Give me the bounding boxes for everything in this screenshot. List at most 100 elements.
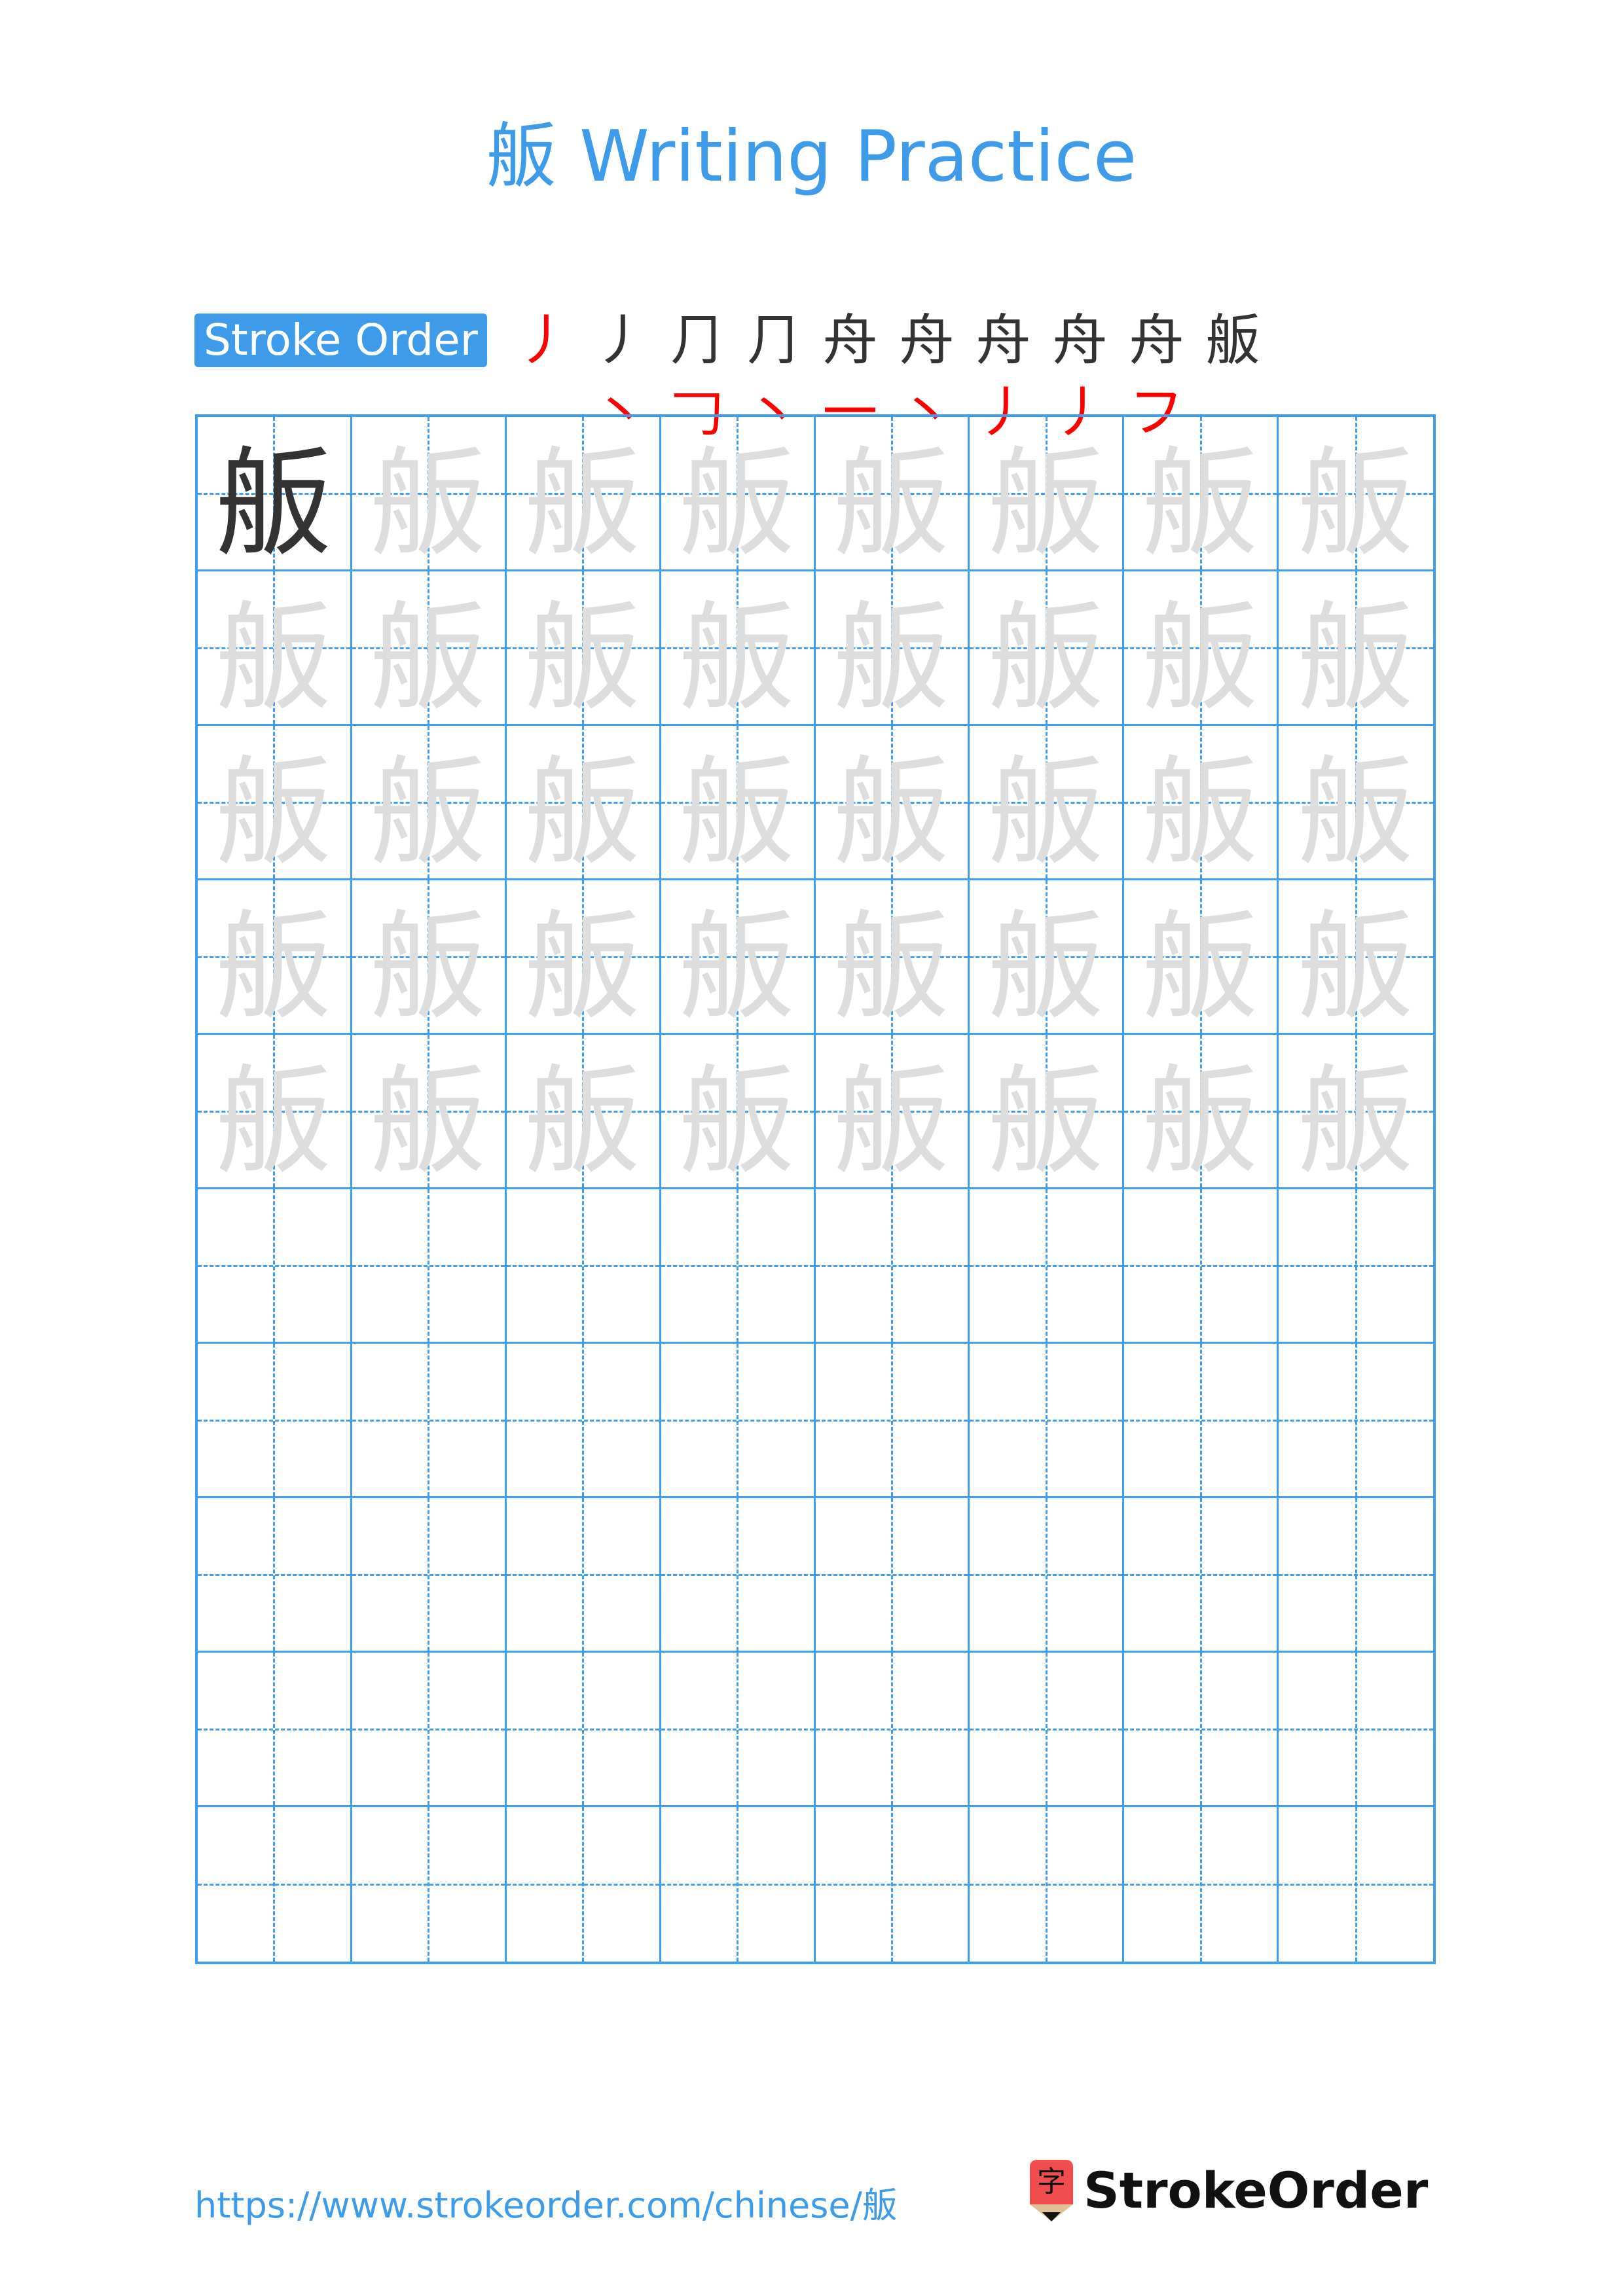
practice-cell[interactable] <box>1124 1498 1279 1653</box>
practice-cell[interactable]: 舨 <box>198 417 352 573</box>
practice-cell[interactable]: 舨 <box>352 880 507 1036</box>
practice-cell[interactable] <box>815 1498 970 1653</box>
practice-cell[interactable] <box>352 1653 507 1807</box>
practice-cell[interactable] <box>970 1344 1125 1498</box>
practice-cell[interactable]: 舨 <box>970 417 1125 573</box>
practice-cell[interactable] <box>1279 1189 1433 1344</box>
practice-cell[interactable]: 舨 <box>1279 880 1433 1036</box>
stroke-step-7: 舟丿 <box>965 304 1042 444</box>
practice-cell[interactable]: 舨 <box>1124 571 1279 727</box>
horizontal-guide <box>198 1573 350 1576</box>
horizontal-guide <box>1279 1884 1433 1886</box>
practice-cell[interactable]: 舨 <box>815 417 970 573</box>
practice-cell[interactable]: 舨 <box>198 880 352 1036</box>
practice-cell[interactable] <box>1124 1344 1279 1498</box>
practice-cell[interactable]: 舨 <box>506 571 661 727</box>
stroke-step-4: ⺆丶 <box>735 304 812 444</box>
horizontal-guide <box>661 1265 814 1267</box>
practice-cell[interactable]: 舨 <box>1279 571 1433 727</box>
practice-cell[interactable]: 舨 <box>815 726 970 882</box>
practice-cell[interactable]: 舨 <box>1124 726 1279 882</box>
trace-character: 舨 <box>1141 745 1260 882</box>
practice-cell[interactable] <box>198 1807 352 1962</box>
practice-cell[interactable]: 舨 <box>661 1035 816 1191</box>
practice-cell[interactable] <box>198 1344 352 1498</box>
practice-cell[interactable] <box>352 1189 507 1344</box>
practice-cell[interactable] <box>1279 1807 1433 1962</box>
practice-cell[interactable]: 舨 <box>506 417 661 573</box>
practice-cell[interactable] <box>506 1344 661 1498</box>
practice-cell[interactable] <box>970 1807 1125 1962</box>
practice-cell[interactable] <box>198 1498 352 1653</box>
practice-cell[interactable] <box>1279 1344 1433 1498</box>
horizontal-guide <box>506 1265 659 1267</box>
horizontal-guide <box>352 1419 505 1422</box>
practice-cell[interactable]: 舨 <box>815 880 970 1036</box>
practice-cell[interactable] <box>815 1189 970 1344</box>
practice-cell[interactable]: 舨 <box>661 880 816 1036</box>
practice-cell[interactable]: 舨 <box>352 417 507 573</box>
stroke-step-3: ⺆𠃌 <box>659 304 735 444</box>
practice-cell[interactable] <box>970 1498 1125 1653</box>
practice-cell[interactable]: 舨 <box>970 571 1125 727</box>
practice-cell[interactable]: 舨 <box>198 571 352 727</box>
practice-cell[interactable] <box>815 1807 970 1962</box>
practice-cell[interactable]: 舨 <box>1279 417 1433 573</box>
practice-cell[interactable] <box>506 1498 661 1653</box>
practice-cell[interactable] <box>815 1653 970 1807</box>
practice-cell[interactable]: 舨 <box>815 1035 970 1191</box>
trace-character: 舨 <box>678 436 797 573</box>
practice-cell[interactable]: 舨 <box>970 1035 1125 1191</box>
practice-cell[interactable] <box>1124 1653 1279 1807</box>
trace-character: 舨 <box>215 1054 333 1191</box>
strokeorder-logo[interactable]: 字 StrokeOrder <box>1030 2160 1428 2221</box>
practice-cell[interactable]: 舨 <box>352 1035 507 1191</box>
practice-cell[interactable] <box>352 1807 507 1962</box>
practice-cell[interactable]: 舨 <box>661 417 816 573</box>
practice-cell[interactable]: 舨 <box>1124 1035 1279 1191</box>
practice-cell[interactable] <box>506 1653 661 1807</box>
footer-url-link[interactable]: https://www.strokeorder.com/chinese/舨 <box>194 2179 898 2232</box>
practice-cell[interactable] <box>198 1653 352 1807</box>
practice-cell[interactable]: 舨 <box>506 726 661 882</box>
practice-cell[interactable] <box>815 1344 970 1498</box>
practice-cell[interactable]: 舨 <box>970 726 1125 882</box>
practice-cell[interactable] <box>661 1498 816 1653</box>
practice-cell[interactable] <box>970 1653 1125 1807</box>
stroke-order-badge: Stroke Order <box>194 314 487 367</box>
horizontal-guide <box>661 1419 814 1422</box>
practice-cell[interactable] <box>661 1344 816 1498</box>
practice-cell[interactable]: 舨 <box>661 571 816 727</box>
practice-cell[interactable]: 舨 <box>506 1035 661 1191</box>
practice-cell[interactable]: 舨 <box>1124 417 1279 573</box>
practice-cell[interactable] <box>506 1189 661 1344</box>
practice-cell[interactable]: 舨 <box>1279 1035 1433 1191</box>
practice-cell[interactable]: 舨 <box>661 726 816 882</box>
practice-cell[interactable] <box>198 1189 352 1344</box>
practice-cell[interactable]: 舨 <box>198 1035 352 1191</box>
practice-cell[interactable] <box>352 1344 507 1498</box>
practice-cell[interactable]: 舨 <box>1124 880 1279 1036</box>
practice-cell[interactable]: 舨 <box>1279 726 1433 882</box>
practice-cell[interactable]: 舨 <box>815 571 970 727</box>
practice-cell[interactable] <box>352 1498 507 1653</box>
trace-character: 舨 <box>1297 745 1415 882</box>
practice-cell[interactable] <box>1279 1498 1433 1653</box>
practice-cell[interactable] <box>661 1807 816 1962</box>
practice-cell[interactable] <box>1124 1189 1279 1344</box>
practice-cell[interactable]: 舨 <box>970 880 1125 1036</box>
horizontal-guide <box>1279 1573 1433 1576</box>
practice-cell[interactable] <box>970 1189 1125 1344</box>
practice-cell[interactable] <box>506 1807 661 1962</box>
practice-cell[interactable]: 舨 <box>352 571 507 727</box>
practice-cell[interactable]: 舨 <box>506 880 661 1036</box>
trace-character: 舨 <box>215 590 333 727</box>
practice-cell[interactable]: 舨 <box>198 726 352 882</box>
practice-cell[interactable] <box>661 1189 816 1344</box>
practice-cell[interactable] <box>1279 1653 1433 1807</box>
practice-cell[interactable] <box>1124 1807 1279 1962</box>
practice-cell[interactable]: 舨 <box>352 726 507 882</box>
trace-character: 舨 <box>678 1054 797 1191</box>
practice-cell[interactable] <box>661 1653 816 1807</box>
horizontal-guide <box>815 1728 968 1731</box>
